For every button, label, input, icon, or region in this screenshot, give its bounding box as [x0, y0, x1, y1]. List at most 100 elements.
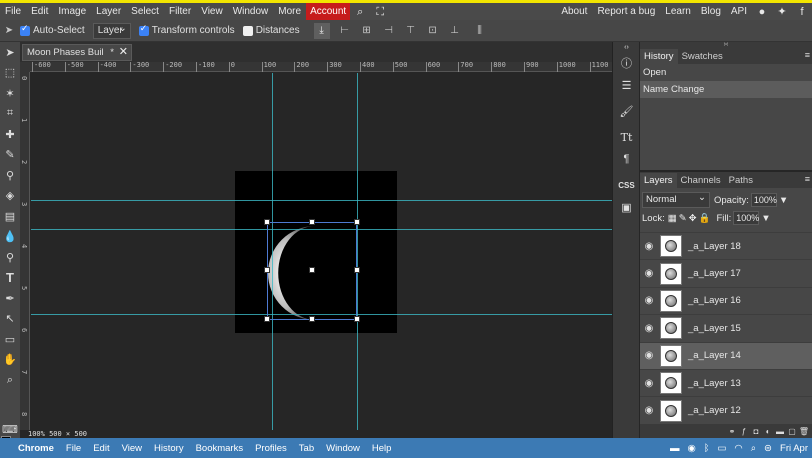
shape-tool-icon[interactable]: ▭ [0, 329, 20, 350]
quick-mask-icon[interactable]: ⌨ [0, 419, 20, 440]
menu-filter[interactable]: Filter [164, 3, 196, 20]
tab-swatches[interactable]: Swatches [678, 49, 727, 64]
search-icon[interactable]: ⌕ [353, 5, 367, 19]
auto-select-checkbox[interactable]: Auto-Select [20, 23, 85, 36]
pen-tool-icon[interactable]: ✒ [0, 288, 20, 309]
transform-handle[interactable] [354, 219, 360, 225]
menu-chrome[interactable]: Chrome [12, 443, 60, 454]
tab-paths[interactable]: Paths [725, 173, 757, 188]
effects-icon[interactable]: ƒ [738, 427, 750, 436]
distribute-icon[interactable]: ⫼ [470, 24, 490, 38]
visibility-eye-icon[interactable]: ◉ [640, 378, 658, 389]
wifi-icon[interactable]: ◠ [730, 443, 746, 454]
menu-tab[interactable]: Tab [293, 443, 320, 454]
transform-handle[interactable] [264, 219, 270, 225]
history-item[interactable]: Open [640, 64, 812, 81]
canvas-area[interactable] [31, 73, 612, 430]
distances-checkbox[interactable]: Distances [242, 25, 300, 36]
menu-layer[interactable]: Layer [91, 3, 126, 20]
align-bottom-icon[interactable]: ⊥ [448, 24, 462, 38]
lock-all-icon[interactable]: 🔒 [699, 213, 711, 224]
visibility-eye-icon[interactable]: ◉ [640, 241, 658, 252]
panel-menu-icon[interactable]: ≡ [805, 50, 810, 60]
mask-icon[interactable]: ◘ [750, 427, 762, 436]
transform-handle[interactable] [354, 267, 360, 273]
guide-horizontal[interactable] [31, 200, 612, 201]
layer-row[interactable]: ◉ _a_Layer 17 [640, 260, 812, 288]
account-button[interactable]: Account [306, 3, 351, 20]
healing-tool-icon[interactable]: ✚ [0, 124, 20, 145]
fill-input[interactable]: 100% [733, 211, 759, 225]
link-layers-icon[interactable]: ⚭ [726, 427, 738, 436]
visibility-eye-icon[interactable]: ◉ [640, 295, 658, 306]
move-tool-icon[interactable]: ➤ [0, 42, 20, 63]
menu-help[interactable]: Help [366, 443, 398, 454]
align-middle-v-icon[interactable]: ⊡ [426, 24, 440, 38]
visibility-eye-icon[interactable]: ◉ [640, 323, 658, 334]
align-right-icon[interactable]: ⊣ [382, 24, 396, 38]
paragraph-icon[interactable]: ¶ [613, 148, 640, 170]
document-tab[interactable]: Moon Phases Buil * ✕ [22, 44, 132, 61]
marquee-tool-icon[interactable]: ⬚ [0, 63, 20, 84]
close-tab-icon[interactable]: ✕ [119, 45, 128, 60]
bluetooth-icon[interactable]: ᛒ [700, 443, 714, 454]
menu-more[interactable]: More [273, 3, 306, 20]
layer-row[interactable]: ◉ _a_Layer 12 [640, 397, 812, 424]
auto-select-target-dropdown[interactable]: Layer [92, 22, 131, 39]
layer-row[interactable]: ◉ _a_Layer 13 [640, 370, 812, 398]
layer-row[interactable]: ◉ _a_Layer 15 [640, 315, 812, 343]
menu-view[interactable]: View [116, 443, 148, 454]
control-center-icon[interactable]: ⊜ [760, 443, 776, 454]
transform-center-handle[interactable] [309, 267, 315, 273]
opacity-dropdown-arrow-icon[interactable]: ▼ [779, 195, 788, 206]
menu-image[interactable]: Image [53, 3, 91, 20]
visibility-eye-icon[interactable]: ◉ [640, 268, 658, 279]
menu-blog[interactable]: Blog [696, 3, 726, 20]
collapse-arrows-icon[interactable]: ‹› [613, 42, 640, 52]
twitter-icon[interactable]: ✦ [775, 5, 789, 19]
lock-position-icon[interactable]: ✥ [689, 213, 697, 224]
menu-bookmarks[interactable]: Bookmarks [190, 443, 250, 454]
character-icon[interactable]: Tt [613, 126, 640, 148]
menu-history[interactable]: History [148, 443, 190, 454]
adjustment-icon[interactable]: ◐ [762, 427, 774, 436]
text-tool-icon[interactable]: T [0, 268, 20, 289]
history-item[interactable]: Name Change [640, 81, 812, 98]
brush-tool-icon[interactable]: ✎ [0, 145, 20, 166]
lock-paint-icon[interactable]: ✎ [679, 213, 687, 224]
panel-menu-icon[interactable]: ≡ [805, 174, 810, 184]
vertical-ruler[interactable]: 0 1 2 3 4 5 6 7 8 [20, 72, 30, 430]
reddit-icon[interactable]: ● [755, 5, 769, 19]
transform-handle[interactable] [309, 316, 315, 322]
magic-wand-tool-icon[interactable]: ✶ [0, 83, 20, 104]
guide-vertical[interactable] [357, 73, 358, 430]
menu-file[interactable]: File [60, 443, 87, 454]
align-center-h-icon[interactable]: ⊞ [360, 24, 374, 38]
menu-profiles[interactable]: Profiles [249, 443, 293, 454]
menu-report-bug[interactable]: Report a bug [592, 3, 660, 20]
group-icon[interactable]: ▬ [774, 427, 786, 436]
transform-handle[interactable] [264, 316, 270, 322]
delete-layer-icon[interactable]: 🗑 [798, 427, 810, 436]
tab-layers[interactable]: Layers [640, 173, 677, 188]
opacity-input[interactable]: 100% [750, 193, 777, 207]
screen-icon[interactable]: ▬ [666, 443, 684, 454]
menu-api[interactable]: API [726, 3, 752, 20]
menu-window[interactable]: Window [320, 443, 366, 454]
download-icon[interactable]: ⤓ [313, 22, 330, 39]
menu-edit[interactable]: Edit [87, 443, 115, 454]
menu-file[interactable]: File [0, 3, 26, 20]
zoom-tool-icon[interactable]: ⌕ [0, 370, 20, 391]
align-top-icon[interactable]: ⊤ [404, 24, 418, 38]
extension-icon[interactable]: ◉ [683, 443, 699, 454]
layer-row[interactable]: ◉ _a_Layer 16 [640, 288, 812, 316]
transform-handle[interactable] [309, 219, 315, 225]
menu-about[interactable]: About [556, 3, 592, 20]
brush-settings-icon[interactable]: 🖌 [613, 100, 640, 122]
dodge-tool-icon[interactable]: ⚲ [0, 247, 20, 268]
align-left-icon[interactable]: ⊢ [338, 24, 352, 38]
transform-handle[interactable] [354, 316, 360, 322]
layer-row[interactable]: ◉ _a_Layer 14 [640, 342, 812, 370]
spotlight-search-icon[interactable]: ⌕ [747, 443, 760, 454]
properties-icon[interactable]: ☰ [613, 74, 640, 96]
